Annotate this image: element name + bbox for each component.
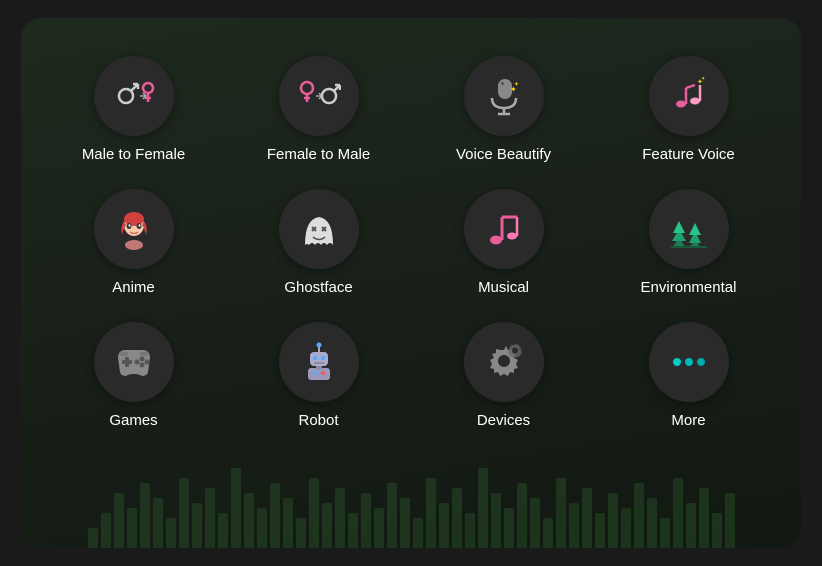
svg-text:✦: ✦ bbox=[514, 81, 519, 88]
icon-circle-ghostface bbox=[279, 189, 359, 269]
item-robot[interactable]: Robot bbox=[226, 314, 411, 437]
label-devices: Devices bbox=[477, 412, 530, 429]
icon-circle-environmental bbox=[649, 189, 729, 269]
label-voice-beautify: Voice Beautify bbox=[456, 146, 551, 163]
icon-circle-feature-voice: ✦ ✦ bbox=[649, 56, 729, 136]
item-environmental[interactable]: Environmental bbox=[596, 181, 781, 304]
item-games[interactable]: Games bbox=[41, 314, 226, 437]
icon-circle-more bbox=[649, 322, 729, 402]
label-robot: Robot bbox=[298, 412, 338, 429]
item-musical[interactable]: Musical bbox=[411, 181, 596, 304]
item-voice-beautify[interactable]: ✦ ✦ Voice Beautify bbox=[411, 48, 596, 171]
label-ghostface: Ghostface bbox=[284, 279, 352, 296]
label-male-to-female: Male to Female bbox=[82, 146, 185, 163]
voice-effects-grid: Male to Female bbox=[41, 48, 781, 437]
icon-circle-voice-beautify: ✦ ✦ bbox=[464, 56, 544, 136]
item-devices[interactable]: Devices bbox=[411, 314, 596, 437]
icon-circle-anime bbox=[94, 189, 174, 269]
item-female-to-male[interactable]: Female to Male bbox=[226, 48, 411, 171]
label-feature-voice: Feature Voice bbox=[642, 146, 735, 163]
label-environmental: Environmental bbox=[641, 279, 737, 296]
item-male-to-female[interactable]: Male to Female bbox=[41, 48, 226, 171]
label-musical: Musical bbox=[478, 279, 529, 296]
item-feature-voice[interactable]: ✦ ✦ Feature Voice bbox=[596, 48, 781, 171]
icon-circle-musical bbox=[464, 189, 544, 269]
icon-circle-female-to-male bbox=[279, 56, 359, 136]
svg-text:✦: ✦ bbox=[701, 76, 705, 82]
label-games: Games bbox=[109, 412, 157, 429]
item-ghostface[interactable]: Ghostface bbox=[226, 181, 411, 304]
label-more: More bbox=[671, 412, 705, 429]
equalizer-background bbox=[21, 468, 801, 548]
item-anime[interactable]: Anime bbox=[41, 181, 226, 304]
label-female-to-male: Female to Male bbox=[267, 146, 370, 163]
main-panel: Male to Female bbox=[21, 18, 801, 548]
icon-circle-robot bbox=[279, 322, 359, 402]
icon-circle-games bbox=[94, 322, 174, 402]
icon-circle-male-to-female bbox=[94, 56, 174, 136]
icon-circle-devices bbox=[464, 322, 544, 402]
item-more[interactable]: More bbox=[596, 314, 781, 437]
label-anime: Anime bbox=[112, 279, 155, 296]
